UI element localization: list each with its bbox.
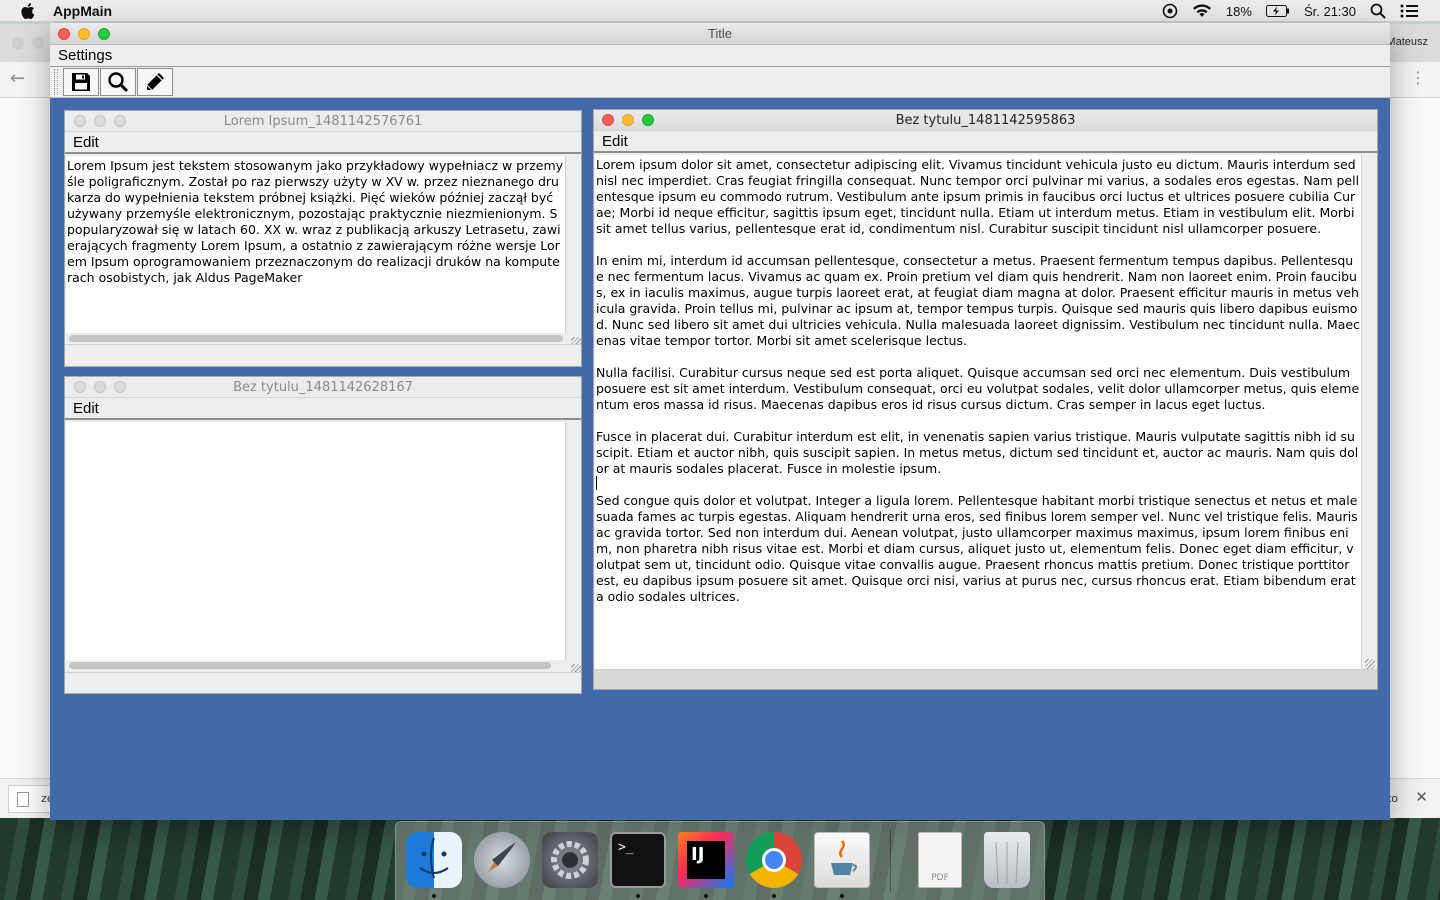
main-menubar: Settings bbox=[50, 45, 1390, 67]
running-indicator bbox=[432, 894, 436, 898]
internal-frame-status-bar bbox=[65, 672, 581, 693]
browser-user-label[interactable]: Mateusz bbox=[1386, 36, 1428, 48]
menu-edit[interactable]: Edit bbox=[602, 133, 628, 150]
back-arrow-icon[interactable]: ← bbox=[10, 68, 25, 89]
text-editor-area[interactable] bbox=[66, 422, 566, 660]
wifi-icon[interactable] bbox=[1192, 4, 1212, 18]
internal-frame-titlebar[interactable]: Bez tytulu_1481142628167 bbox=[65, 377, 581, 398]
save-icon bbox=[72, 73, 90, 91]
minimize-button[interactable] bbox=[94, 381, 106, 393]
apple-icon[interactable] bbox=[21, 2, 35, 19]
close-icon[interactable]: ✕ bbox=[1415, 788, 1428, 806]
minimize-button[interactable] bbox=[94, 115, 106, 127]
zoom-button[interactable] bbox=[114, 381, 126, 393]
finder-icon[interactable] bbox=[406, 832, 462, 888]
save-button[interactable] bbox=[63, 68, 99, 96]
internal-frame-main-text: Bez tytulu_1481142595863 Edit Lorem ipsu… bbox=[593, 109, 1378, 690]
text-caret bbox=[596, 476, 597, 490]
browser-minimize-button[interactable] bbox=[32, 37, 44, 49]
terminal-icon[interactable]: >_ bbox=[610, 832, 666, 888]
main-toolbar bbox=[50, 67, 1390, 98]
terminal-prompt-label: >_ bbox=[618, 840, 634, 855]
text-editor-area[interactable]: Lorem ipsum dolor sit amet, consectetur … bbox=[595, 155, 1362, 669]
system-menubar: AppMain 18% Śr. 21:30 bbox=[0, 0, 1440, 22]
minimize-button[interactable] bbox=[622, 114, 634, 126]
internal-frame-menubar: Edit bbox=[65, 398, 581, 420]
toolbar-grip[interactable] bbox=[54, 69, 58, 95]
active-app-name[interactable]: AppMain bbox=[53, 3, 112, 19]
trash-icon[interactable] bbox=[984, 832, 1030, 888]
intellij-icon[interactable]: IJ bbox=[678, 832, 734, 888]
notification-center-icon[interactable] bbox=[1400, 4, 1418, 18]
internal-frame-titlebar[interactable]: Lorem Ipsum_1481142576761 bbox=[65, 111, 581, 132]
zoom-button[interactable] bbox=[114, 115, 126, 127]
main-window-titlebar[interactable]: Title bbox=[50, 23, 1390, 45]
internal-frame-menubar: Edit bbox=[65, 132, 581, 154]
text-editor-area[interactable]: Lorem Ipsum jest tekstem stosowanym jako… bbox=[66, 156, 566, 333]
intellij-label: IJ bbox=[691, 844, 705, 865]
status-app-icon[interactable] bbox=[1162, 3, 1178, 19]
close-button[interactable] bbox=[74, 115, 86, 127]
window-title: Title bbox=[707, 26, 733, 41]
minimize-button[interactable] bbox=[78, 28, 90, 40]
search-icon bbox=[108, 72, 129, 93]
menu-edit[interactable]: Edit bbox=[73, 400, 99, 417]
running-indicator bbox=[772, 894, 776, 898]
zoom-button[interactable] bbox=[642, 114, 654, 126]
pdf-document-icon[interactable]: PDF bbox=[918, 832, 962, 888]
internal-frame-status-bar bbox=[594, 669, 1377, 689]
running-indicator bbox=[704, 894, 708, 898]
menu-settings[interactable]: Settings bbox=[58, 47, 112, 64]
menubar-clock[interactable]: Śr. 21:30 bbox=[1304, 4, 1356, 19]
more-menu-icon[interactable]: ⋮ bbox=[1410, 68, 1426, 87]
menu-edit[interactable]: Edit bbox=[73, 134, 99, 151]
internal-frame-empty: Bez tytulu_1481142628167 Edit bbox=[64, 376, 582, 694]
launchpad-icon[interactable] bbox=[474, 832, 530, 888]
zoom-button[interactable] bbox=[98, 28, 110, 40]
download-item[interactable]: ze bbox=[8, 785, 54, 813]
running-indicator bbox=[636, 894, 640, 898]
edit-button[interactable] bbox=[137, 68, 173, 96]
spotlight-search-icon[interactable] bbox=[1370, 3, 1386, 19]
internal-frame-lorem-ipsum: Lorem Ipsum_1481142576761 Edit Lorem Ips… bbox=[64, 110, 582, 367]
pdf-label: PDF bbox=[931, 873, 949, 883]
chrome-icon[interactable] bbox=[746, 832, 802, 888]
internal-frame-status-bar bbox=[65, 344, 581, 366]
internal-frame-menubar: Edit bbox=[594, 131, 1377, 153]
pencil-icon bbox=[146, 73, 164, 91]
horizontal-scrollbar[interactable] bbox=[69, 335, 563, 342]
internal-frame-titlebar[interactable]: Bez tytulu_1481142595863 bbox=[594, 110, 1377, 131]
close-button[interactable] bbox=[74, 381, 86, 393]
resize-grip-icon[interactable] bbox=[1365, 659, 1375, 669]
battery-percent[interactable]: 18% bbox=[1226, 4, 1252, 19]
system-preferences-icon[interactable] bbox=[542, 832, 598, 888]
dock: >_ IJ PDF bbox=[395, 821, 1045, 900]
java-icon[interactable] bbox=[814, 832, 870, 888]
close-button[interactable] bbox=[58, 28, 70, 40]
horizontal-scrollbar[interactable] bbox=[69, 662, 551, 669]
download-file-icon bbox=[17, 792, 29, 807]
battery-charging-icon[interactable] bbox=[1265, 5, 1290, 17]
search-button[interactable] bbox=[100, 68, 136, 96]
dock-separator bbox=[890, 830, 891, 892]
internal-frame-title: Lorem Ipsum_1481142576761 bbox=[223, 114, 423, 129]
browser-close-button[interactable] bbox=[12, 37, 24, 49]
internal-frame-title: Bez tytulu_1481142628167 bbox=[233, 380, 413, 395]
internal-frame-title: Bez tytulu_1481142595863 bbox=[895, 113, 1076, 128]
running-indicator bbox=[840, 894, 844, 898]
close-button[interactable] bbox=[602, 114, 614, 126]
